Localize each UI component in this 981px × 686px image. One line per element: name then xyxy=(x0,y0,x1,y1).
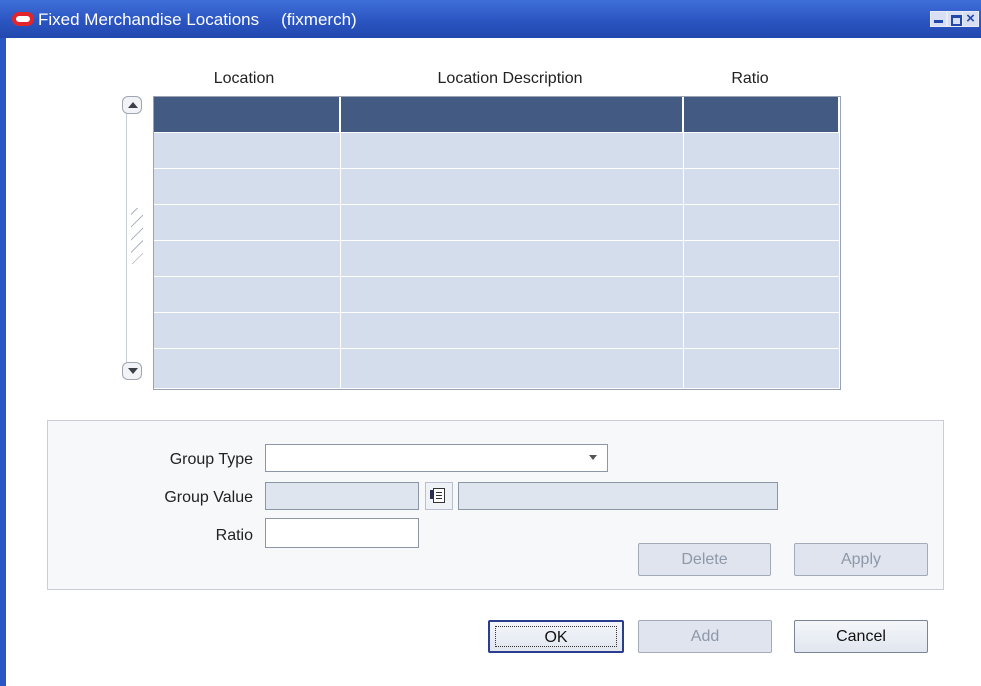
table-row[interactable] xyxy=(154,313,840,349)
table-row[interactable] xyxy=(154,97,840,133)
location-description-cell[interactable] xyxy=(341,97,684,133)
ratio-cell[interactable] xyxy=(684,205,840,241)
location-description-cell[interactable] xyxy=(341,205,684,241)
location-cell[interactable] xyxy=(154,241,341,277)
table-row[interactable] xyxy=(154,241,840,277)
column-header-location-description: Location Description xyxy=(437,70,583,87)
list-of-values-button[interactable] xyxy=(425,482,453,510)
table-row[interactable] xyxy=(154,133,840,169)
group-value-description-field xyxy=(458,482,778,510)
location-description-cell[interactable] xyxy=(341,313,684,349)
vertical-scrollbar[interactable] xyxy=(119,96,145,390)
location-description-cell[interactable] xyxy=(341,349,684,389)
ratio-cell[interactable] xyxy=(684,349,840,389)
minimize-icon[interactable] xyxy=(930,11,947,27)
group-value-label: Group Value xyxy=(164,489,253,506)
column-header-ratio: Ratio xyxy=(731,70,769,87)
group-type-label: Group Type xyxy=(169,451,253,468)
chevron-down-icon[interactable] xyxy=(589,455,597,460)
location-description-cell[interactable] xyxy=(341,277,684,313)
ratio-label: Ratio xyxy=(215,527,253,544)
location-description-cell[interactable] xyxy=(341,169,684,205)
ratio-field[interactable] xyxy=(265,518,419,548)
ratio-cell[interactable] xyxy=(684,313,840,349)
ratio-cell[interactable] xyxy=(684,241,840,277)
close-icon[interactable]: × xyxy=(962,10,979,27)
title-bar[interactable]: Fixed Merchandise Locations (fixmerch) × xyxy=(0,0,981,38)
location-cell[interactable] xyxy=(154,133,341,169)
location-cell[interactable] xyxy=(154,349,341,389)
location-cell[interactable] xyxy=(154,97,341,133)
group-value-field[interactable] xyxy=(265,482,419,510)
form-code: (fixmerch) xyxy=(281,10,357,29)
scroll-down-button[interactable] xyxy=(122,362,142,380)
ratio-cell[interactable] xyxy=(684,133,840,169)
location-cell[interactable] xyxy=(154,169,341,205)
ratio-cell[interactable] xyxy=(684,97,840,133)
location-cell[interactable] xyxy=(154,205,341,241)
ratio-cell[interactable] xyxy=(684,277,840,313)
dialog-window: Fixed Merchandise Locations (fixmerch) × … xyxy=(0,0,981,686)
list-of-values-icon xyxy=(433,488,445,503)
ok-button-label: OK xyxy=(495,626,617,647)
table-row[interactable] xyxy=(154,169,840,205)
locations-table xyxy=(153,96,841,390)
location-cell[interactable] xyxy=(154,313,341,349)
table-row[interactable] xyxy=(154,277,840,313)
location-cell[interactable] xyxy=(154,277,341,313)
apply-button[interactable]: Apply xyxy=(794,543,928,576)
location-description-cell[interactable] xyxy=(341,133,684,169)
delete-button[interactable]: Delete xyxy=(638,543,771,576)
window-frame-left xyxy=(0,38,6,686)
cancel-button[interactable]: Cancel xyxy=(794,620,928,653)
location-description-cell[interactable] xyxy=(341,241,684,277)
window-title: Fixed Merchandise Locations (fixmerch) xyxy=(38,10,357,30)
add-button[interactable]: Add xyxy=(638,620,772,653)
ok-button[interactable]: OK xyxy=(488,620,624,653)
table-row[interactable] xyxy=(154,205,840,241)
table-row[interactable] xyxy=(154,349,840,389)
ratio-cell[interactable] xyxy=(684,169,840,205)
list-of-values-icon-tab xyxy=(430,490,434,499)
oracle-logo-icon xyxy=(12,12,34,26)
column-header-location: Location xyxy=(213,70,275,87)
scroll-up-button[interactable] xyxy=(122,96,142,114)
scroll-grip-icon[interactable] xyxy=(131,208,143,264)
window-title-text: Fixed Merchandise Locations xyxy=(38,10,260,29)
group-type-select[interactable] xyxy=(265,444,608,472)
